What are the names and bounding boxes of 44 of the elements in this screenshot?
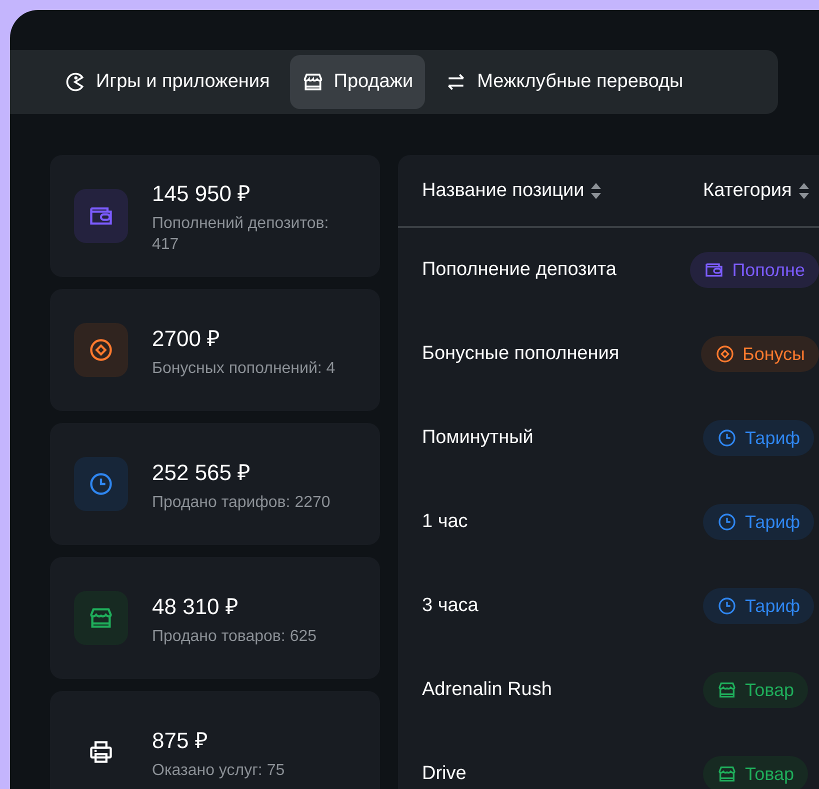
clock-icon <box>717 512 737 532</box>
printer-icon <box>88 739 114 765</box>
stat-caption: Продано товаров: 625 <box>152 626 318 646</box>
column-header[interactable]: Категория <box>703 180 810 202</box>
clock-icon <box>88 471 114 497</box>
pacman-icon <box>64 71 86 93</box>
stat-amount: 145 950 ₽ <box>152 180 252 207</box>
table-cell-text: 1 час <box>422 511 469 533</box>
category-tag: Тариф <box>703 420 814 456</box>
stat-caption: Пополнений депозитов: 417 <box>152 214 330 255</box>
clock-icon <box>717 596 737 616</box>
tab[interactable]: Игры и приложения <box>52 55 282 109</box>
store-icon <box>302 71 324 93</box>
column-title: Название позиции <box>422 180 584 202</box>
category-tag: Тариф <box>703 504 814 540</box>
clock-icon <box>717 428 737 448</box>
stat-amount: 48 310 ₽ <box>152 592 240 620</box>
stat-caption: Продано тарифов: 2270 <box>152 492 332 512</box>
category-tag: Бонусы <box>700 336 819 372</box>
category-tag: Товар <box>703 756 808 789</box>
stat-caption: Оказано услуг: 75 <box>152 760 286 780</box>
tab[interactable]: Межклубные переводы <box>433 55 696 109</box>
diamond-coin-icon <box>714 344 734 364</box>
store-icon <box>717 764 737 784</box>
category-tag: Пополне <box>690 252 819 288</box>
column-title: Категория <box>703 180 792 202</box>
stat-amount: 2700 ₽ <box>152 324 222 352</box>
column-header[interactable]: Название позиции <box>422 180 703 202</box>
stat-amount: 875 ₽ <box>152 726 209 754</box>
stat-amount: 252 565 ₽ <box>152 458 252 486</box>
category-tag: Товар <box>703 672 808 708</box>
table-cell-text: 3 часа <box>422 595 480 617</box>
table-cell-text: Поминутный <box>422 427 534 449</box>
table-cell-text: Пополнение депозита <box>422 259 618 281</box>
category-tag: Тариф <box>703 588 814 624</box>
table-cell-text: Adrenalin Rush <box>422 679 553 701</box>
store-icon <box>717 680 737 700</box>
stat-caption: Бонусных пополнений: 4 <box>152 358 336 378</box>
table-cell-text: Бонусные пополнения <box>422 343 620 365</box>
table-cell-text: Drive <box>422 763 468 785</box>
sort-icon[interactable] <box>590 182 602 200</box>
sort-icon[interactable] <box>798 182 810 200</box>
diamond-coin-icon <box>88 337 114 363</box>
tab[interactable]: Продажи <box>290 55 426 109</box>
